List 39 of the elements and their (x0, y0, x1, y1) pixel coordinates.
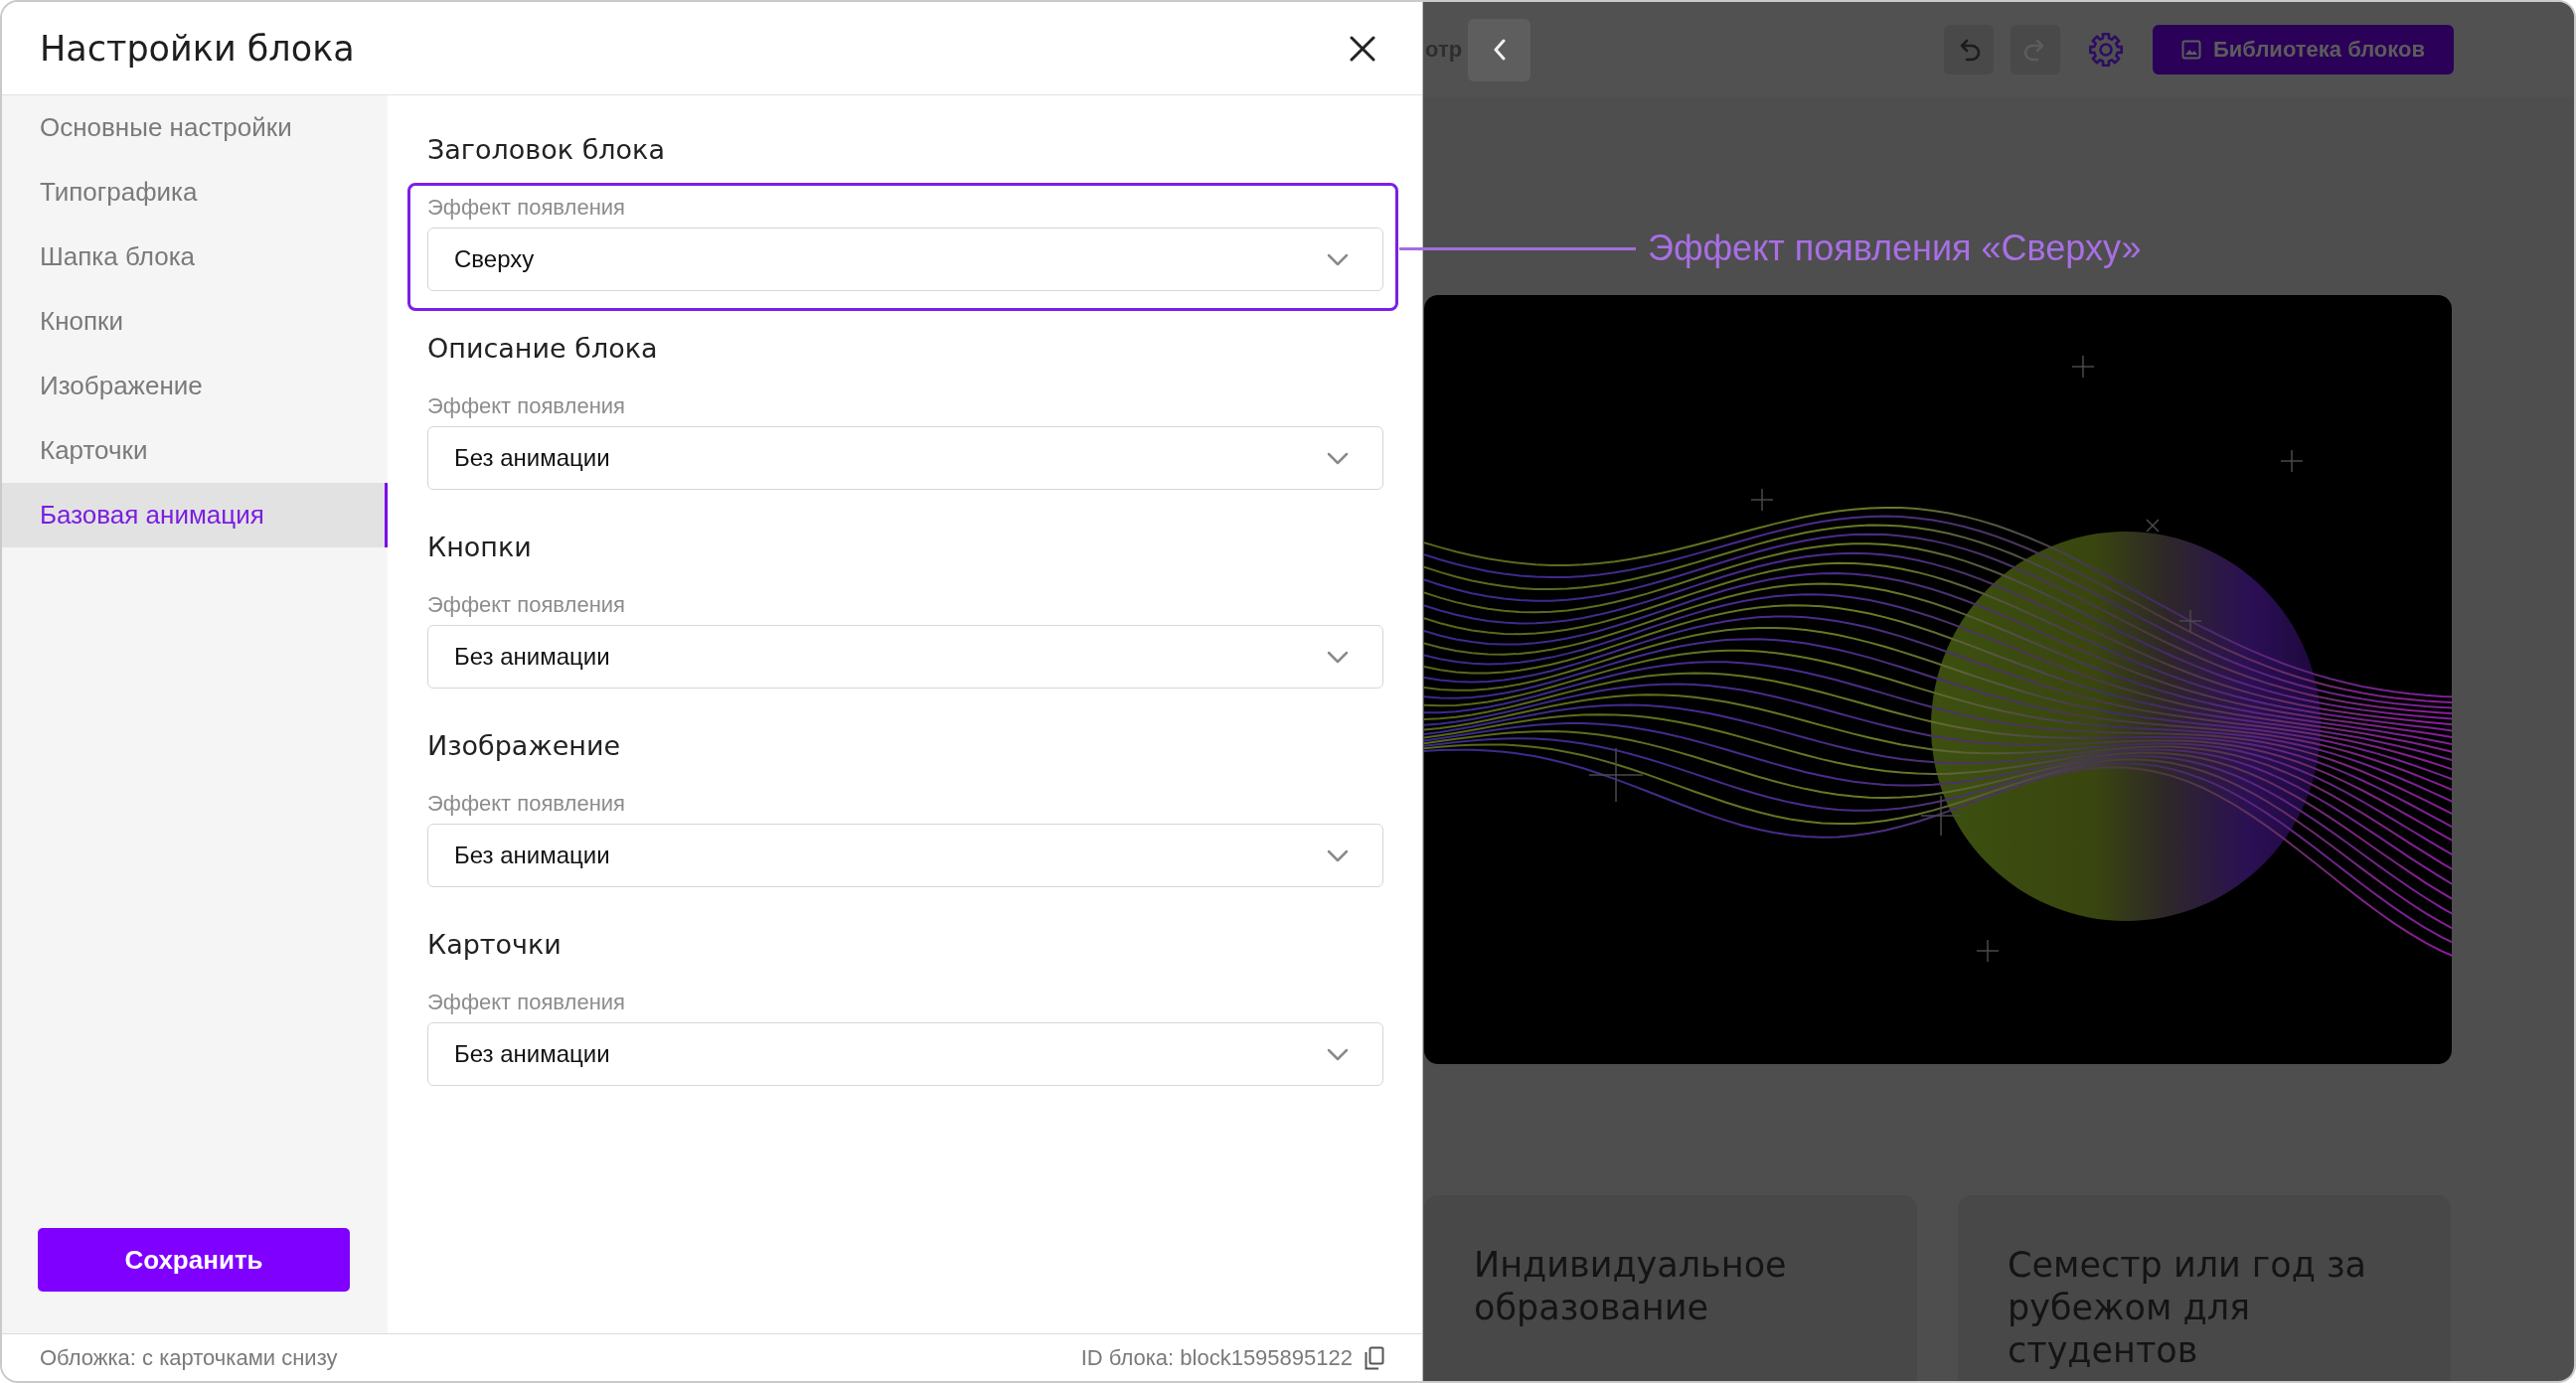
sidebar-item[interactable]: Шапка блока (2, 225, 388, 289)
field-label: Эффект появления (427, 393, 626, 419)
undo-button[interactable] (1944, 25, 1994, 75)
chevron-down-icon (1327, 451, 1349, 465)
dropdown[interactable]: Без анимации (427, 426, 1383, 490)
field-label: Эффект появления (427, 791, 626, 817)
field-label: Эффект появления (427, 195, 626, 221)
panel-title: Настройки блока (40, 28, 355, 69)
save-button[interactable]: Сохранить (38, 1228, 350, 1292)
dropdown[interactable]: Без анимации (427, 1022, 1383, 1086)
section-heading: Карточки (427, 928, 563, 962)
image-icon (2181, 40, 2201, 60)
chevron-down-icon (1327, 848, 1349, 862)
chevron-down-icon (1327, 650, 1349, 664)
dropdown[interactable]: Сверху (427, 228, 1383, 291)
section-heading: Заголовок блока (427, 133, 666, 167)
dropdown[interactable]: Без анимации (427, 625, 1383, 689)
field-label: Эффект появления (427, 990, 626, 1015)
chevron-down-icon (1327, 1047, 1349, 1061)
section-heading: Описание блока (427, 332, 659, 366)
copy-icon[interactable] (1365, 1345, 1384, 1370)
annotation-text: Эффект появления «Сверху» (1648, 227, 2142, 270)
sidebar-item[interactable]: Карточки (2, 418, 388, 483)
close-icon (1350, 35, 1375, 62)
sidebar-item[interactable]: Типографика (2, 160, 388, 225)
sidebar-item[interactable]: Изображение (2, 354, 388, 418)
chevron-down-icon (1327, 252, 1349, 266)
block-type-text: Обложка: с карточками снизу (40, 1344, 338, 1371)
chevron-left-icon (1492, 39, 1507, 61)
dropdown[interactable]: Без анимации (427, 824, 1383, 887)
sidebar-item[interactable]: Основные настройки (2, 95, 388, 160)
section-heading: Изображение (427, 729, 622, 763)
back-button[interactable] (1468, 18, 1531, 81)
settings-icon[interactable] (2088, 32, 2124, 68)
sidebar-item[interactable]: Базовая анимация (2, 483, 388, 547)
section-heading: Кнопки (427, 531, 533, 564)
block-id-text: ID блока: block1595895122 (1080, 1344, 1353, 1371)
sidebar-item[interactable]: Кнопки (2, 289, 388, 354)
field-label: Эффект появления (427, 592, 626, 618)
